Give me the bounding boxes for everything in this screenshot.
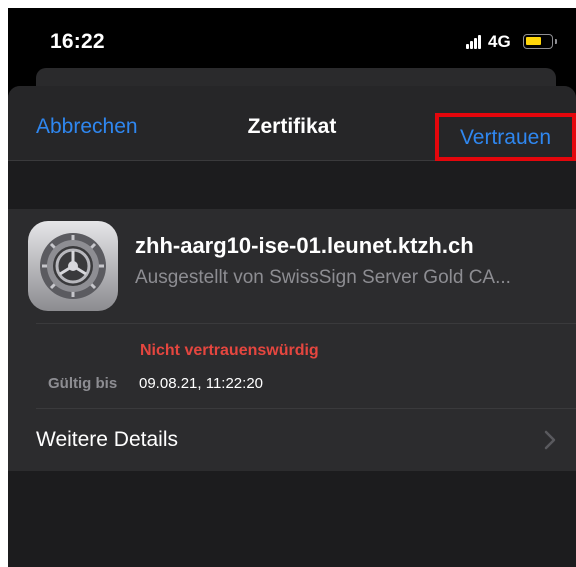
status-time: 16:22 bbox=[50, 30, 105, 53]
more-details-row[interactable]: Weitere Details bbox=[8, 408, 576, 471]
section-spacer bbox=[8, 161, 576, 209]
battery-icon bbox=[523, 34, 557, 49]
status-bar: 16:22 4G bbox=[8, 8, 576, 68]
phone-screen: 16:22 4G Abbrechen Zertifikat Vertrauen bbox=[8, 8, 576, 567]
divider bbox=[36, 323, 576, 324]
chevron-right-icon bbox=[544, 430, 556, 450]
signal-strength-icon bbox=[466, 35, 484, 49]
valid-until-label: Gültig bis bbox=[48, 375, 118, 392]
navigation-bar: Abbrechen Zertifikat Vertrauen bbox=[8, 86, 576, 161]
settings-gear-icon bbox=[28, 221, 118, 311]
certificate-name: zhh-aarg10-ise-01.leunet.ktzh.ch bbox=[135, 233, 474, 258]
valid-until-value: 09.08.21, 11:22:20 bbox=[139, 375, 263, 392]
network-type: 4G bbox=[488, 32, 511, 51]
certificate-card: zhh-aarg10-ise-01.leunet.ktzh.ch Ausgest… bbox=[8, 209, 576, 471]
trust-status-label: Nicht vertrauenswürdig bbox=[140, 342, 319, 359]
battery-level bbox=[526, 37, 541, 45]
certificate-issuer: Ausgestellt von SwissSign Server Gold CA… bbox=[135, 267, 511, 288]
cancel-button[interactable]: Abbrechen bbox=[36, 115, 138, 139]
more-details-label: Weitere Details bbox=[36, 428, 178, 451]
certificate-sheet: Abbrechen Zertifikat Vertrauen zhh-aarg1… bbox=[8, 86, 576, 567]
trust-button[interactable]: Vertrauen bbox=[435, 113, 576, 161]
